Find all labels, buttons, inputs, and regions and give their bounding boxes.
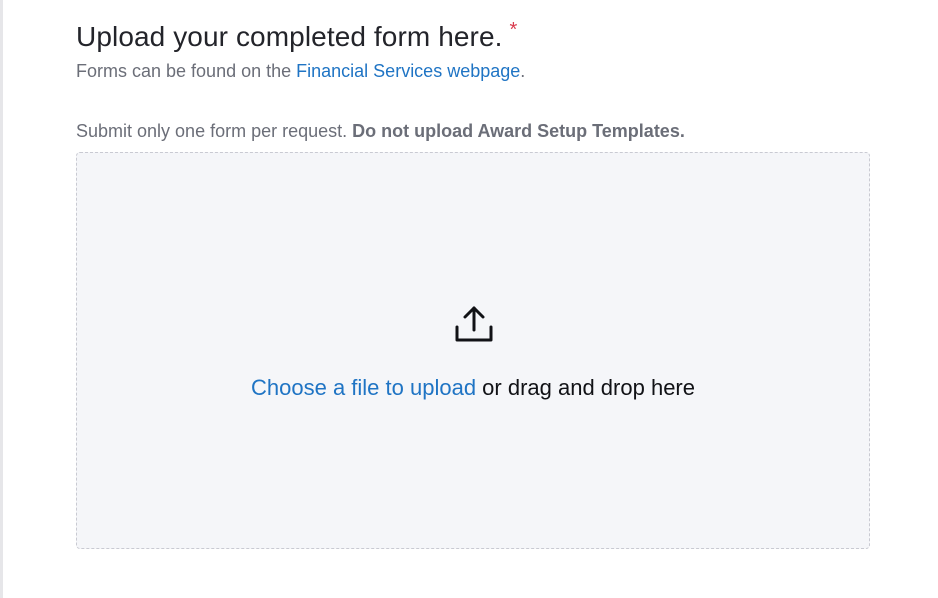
file-dropzone[interactable]: Choose a file to upload or drag and drop… <box>76 152 870 549</box>
form-location-text: Forms can be found on the Financial Serv… <box>76 60 525 82</box>
note-text: Submit only one form per request. <box>76 121 353 141</box>
upload-form-page: Upload your completed form here. * Forms… <box>0 0 938 598</box>
dropzone-instructions: Choose a file to upload or drag and drop… <box>77 374 869 402</box>
upload-icon <box>455 306 493 342</box>
required-marker: * <box>509 19 518 41</box>
drag-drop-text: or drag and drop here <box>476 375 695 400</box>
subtitle-prefix: Forms can be found on the <box>76 61 297 81</box>
submission-note: Submit only one form per request. Do not… <box>76 120 685 142</box>
financial-services-link[interactable]: Financial Services webpage <box>296 61 520 81</box>
title-row: Upload your completed form here. * <box>76 18 517 56</box>
page-title: Upload your completed form here. <box>76 21 503 52</box>
choose-file-link[interactable]: Choose a file to upload <box>251 375 476 400</box>
subtitle-suffix: . <box>520 61 526 81</box>
note-bold-warning: Do not upload Award Setup Templates. <box>352 121 685 141</box>
